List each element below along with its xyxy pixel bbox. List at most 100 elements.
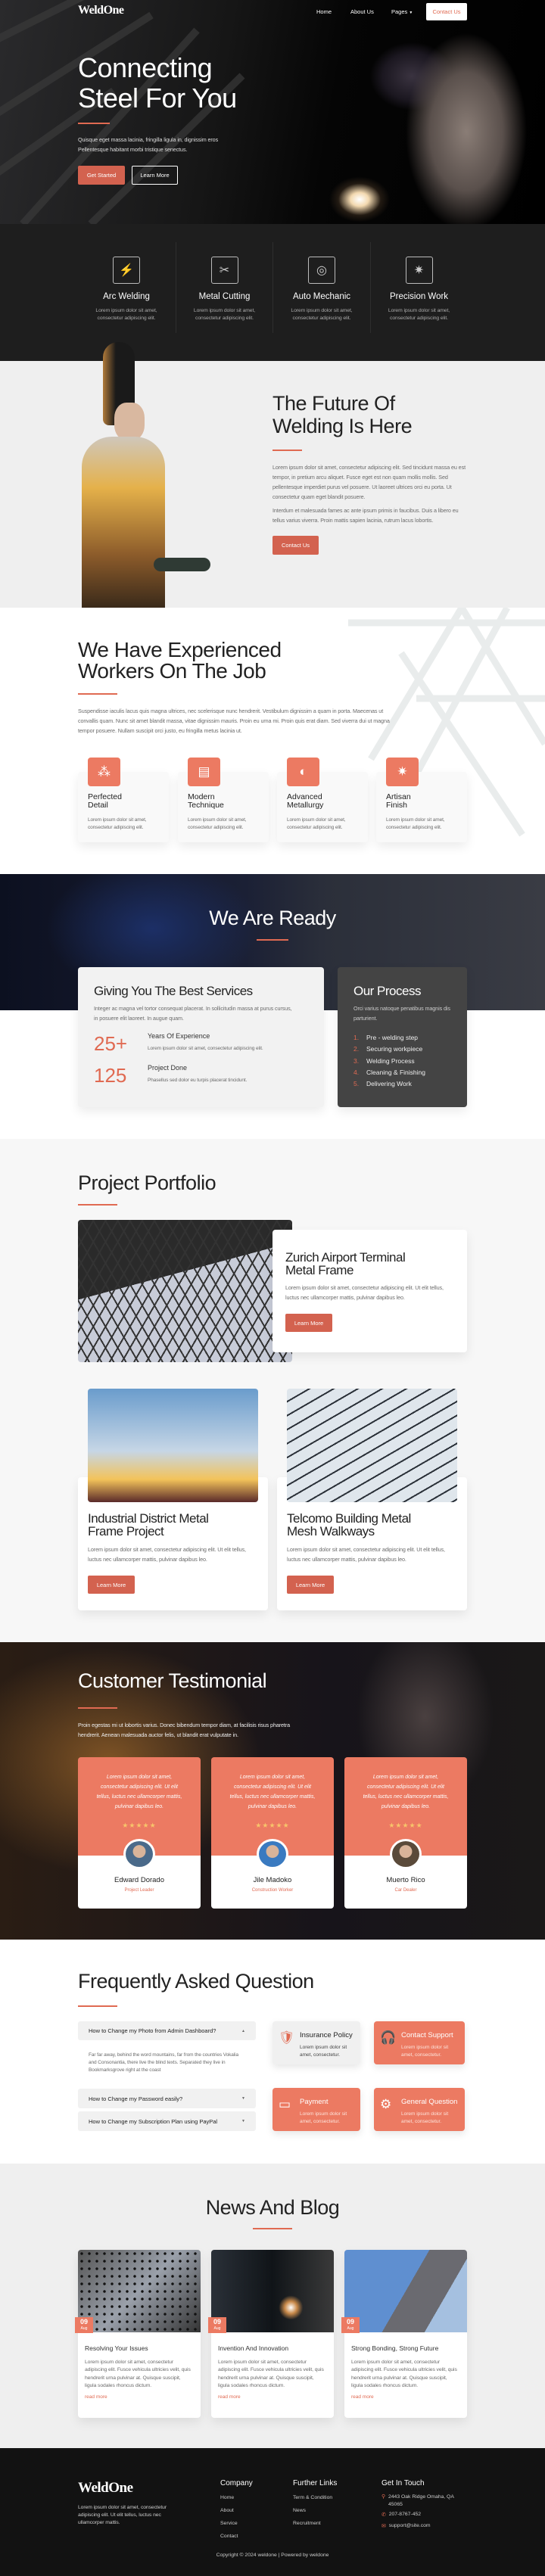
- stat-projects-desc: Phasellus sed dolor eu turpis placerat t…: [148, 1078, 248, 1083]
- company-title: Company: [220, 2479, 253, 2487]
- blog-post-title[interactable]: Invention And Innovation: [218, 2344, 288, 2352]
- service-sparks: ✷ Precision Work Lorem ipsum dolor sit a…: [369, 242, 467, 333]
- learn-more-button[interactable]: Learn More: [88, 1576, 135, 1594]
- feature-title-line2: Finish: [386, 801, 408, 810]
- faq-box-shield[interactable]: 🛡 Insurance Policy Lorem ipsum dolor sit…: [272, 2021, 360, 2064]
- future-title-line1: The Future Of: [272, 392, 395, 415]
- process-step: 2. Securing workpiece: [353, 1044, 425, 1055]
- chevron-down-icon: ▼: [241, 2096, 245, 2101]
- feature-title-line2: Detail: [88, 801, 108, 810]
- divider: [78, 123, 110, 124]
- read-more-link[interactable]: read more: [351, 2394, 374, 2400]
- project-title-line1: Zurich Airport Terminal: [285, 1250, 406, 1265]
- nav-home[interactable]: Home: [316, 8, 332, 15]
- footer-link[interactable]: Service: [220, 2521, 238, 2526]
- contact-us-button[interactable]: Contact Us: [272, 536, 319, 555]
- feature-title-line2: Technique: [188, 801, 224, 810]
- project-desc: Lorem ipsum dolor sit amet, consectetur …: [285, 1284, 444, 1301]
- read-more-link[interactable]: read more: [85, 2394, 107, 2400]
- stat-years-number: 25+: [94, 1032, 128, 1055]
- logo[interactable]: WeldOne: [78, 4, 124, 17]
- headset-icon: 🎧: [380, 2030, 397, 2045]
- phone[interactable]: ✆ 207-8767-452: [382, 2512, 421, 2518]
- faq-box-gear[interactable]: ⚙ General Question Lorem ipsum dolor sit…: [374, 2088, 465, 2131]
- sparks-icon: ✷: [405, 257, 433, 284]
- blog-post-desc: Lorem ipsum dolor sit amet, consectetur …: [351, 2360, 457, 2389]
- service-desc: Lorem ipsum dolor sit amet, consectetur a…: [78, 307, 175, 322]
- faq-box-headset[interactable]: 🎧 Contact Support Lorem ipsum dolor sit …: [374, 2021, 465, 2064]
- stat-projects-label: Project Done: [148, 1064, 188, 1072]
- address: ⚲ 2443 Oak Ridge Omaha, QA 45065: [382, 2494, 465, 2509]
- divider: [272, 450, 302, 451]
- faq-item[interactable]: How to Change my Password easily? ▼: [78, 2089, 256, 2108]
- footer-link[interactable]: About: [220, 2508, 234, 2513]
- mesh-icon: ⁂: [88, 758, 120, 786]
- divider: [78, 1707, 117, 1709]
- testimonial-role: Car Dealer: [394, 1888, 417, 1893]
- stat-years-label: Years Of Experience: [148, 1032, 210, 1040]
- nav-pages[interactable]: Pages ▼: [391, 8, 413, 15]
- gear-icon: ⚙: [380, 2097, 392, 2111]
- mail-icon: ✉: [382, 2524, 386, 2529]
- blog-post-title[interactable]: Strong Bonding, Strong Future: [351, 2344, 438, 2352]
- process-step: 4. Cleaning & Finishing: [353, 1067, 425, 1078]
- testimonial-quote: Lorem ipsum dolor sit amet, consectetur …: [229, 1775, 316, 1809]
- faq-box-title: Contact Support: [401, 2031, 453, 2039]
- project-image: [88, 1389, 258, 1502]
- footer-link[interactable]: News: [293, 2508, 306, 2513]
- faq-box-desc: Lorem ipsum dolor sit amet, consectetur.: [401, 2045, 449, 2058]
- get-started-button[interactable]: Get Started: [78, 166, 125, 185]
- process-step: 3. Welding Process: [353, 1056, 425, 1067]
- blog-image[interactable]: [211, 2250, 334, 2332]
- email[interactable]: ✉ support@site.com: [382, 2523, 431, 2529]
- blog-image[interactable]: [78, 2250, 201, 2332]
- service-desc-line2: consectetur adipiscing elit.: [292, 316, 351, 321]
- footer-logo[interactable]: WeldOne: [78, 2480, 133, 2497]
- footer-link[interactable]: Home: [220, 2495, 234, 2500]
- step-number: 2.: [353, 1045, 360, 1053]
- footer-link[interactable]: Term & Condition: [293, 2495, 332, 2500]
- blog-post-title[interactable]: Resolving Your Issues: [85, 2344, 148, 2352]
- contact-button[interactable]: Contact Us: [426, 3, 467, 20]
- welder-image: [303, 19, 530, 224]
- date-month: Aug: [80, 2326, 88, 2331]
- further-links-title: Further Links: [293, 2479, 338, 2487]
- footer-link[interactable]: Contact: [220, 2534, 238, 2539]
- step-number: 5.: [353, 1080, 360, 1088]
- faq-box-desc: Lorem ipsum dolor sit amet, consectetur.: [300, 2045, 347, 2058]
- feature-title: Modern Technique: [188, 793, 224, 810]
- body: [82, 437, 165, 608]
- star-rating: ★★★★★: [255, 1822, 290, 1829]
- process-text: Orci varius natoque penatibus magnis dis…: [353, 1005, 450, 1022]
- faq-box-desc: Lorem ipsum dolor sit amet, consectetur.: [300, 2111, 347, 2124]
- learn-more-button[interactable]: Learn More: [132, 166, 178, 185]
- blog-image[interactable]: [344, 2250, 467, 2332]
- services-card-text: Integer ac magna vel tortor consequat pl…: [94, 1005, 292, 1022]
- divider: [78, 1204, 117, 1206]
- learn-more-button[interactable]: Learn More: [287, 1576, 334, 1594]
- hero-text-line1: Quisque eget massa lacinia, fringilla li…: [78, 136, 219, 143]
- hero-title-line2: Steel For You: [78, 82, 237, 114]
- shield-icon: 🛡: [279, 2030, 295, 2045]
- project-title-line2: Metal Frame: [285, 1263, 353, 1277]
- feature-desc: Lorem ipsum dolor sit amet, consectetur a…: [386, 817, 445, 832]
- service-desc-line1: Lorem ipsum dolor sit amet,: [388, 308, 450, 313]
- feature-title: Perfected Detail: [88, 793, 122, 810]
- service-desc-line2: consectetur adipiscing elit.: [195, 316, 254, 321]
- read-more-link[interactable]: read more: [218, 2394, 241, 2400]
- process-step: 1. Pre - welding step: [353, 1032, 425, 1044]
- project-desc: Lorem ipsum dolor sit amet, consectetur …: [287, 1546, 445, 1563]
- date-badge: 09 Aug: [341, 2317, 360, 2333]
- feature-desc-line1: Lorem ipsum dolor sit amet,: [386, 817, 445, 823]
- footer-link[interactable]: Recruitment: [293, 2521, 321, 2526]
- service-title: Precision Work: [389, 292, 449, 301]
- learn-more-button[interactable]: Learn More: [285, 1314, 332, 1332]
- nav-about[interactable]: About Us: [350, 8, 374, 15]
- faq-item-open[interactable]: How to Change my Photo from Admin Dashbo…: [78, 2021, 256, 2040]
- faq-box-payment[interactable]: ▭ Payment Lorem ipsum dolor sit amet, co…: [272, 2088, 360, 2131]
- faq-item[interactable]: How to Change my Subscription Plan using…: [78, 2111, 256, 2131]
- process-title: Our Process: [353, 984, 421, 998]
- feature-title: Advanced Metallurgy: [287, 793, 323, 810]
- project-card-zurich: Zurich Airport Terminal Metal Frame Lorem…: [272, 1230, 467, 1352]
- blog-post-desc: Lorem ipsum dolor sit amet, consectetur …: [85, 2360, 191, 2389]
